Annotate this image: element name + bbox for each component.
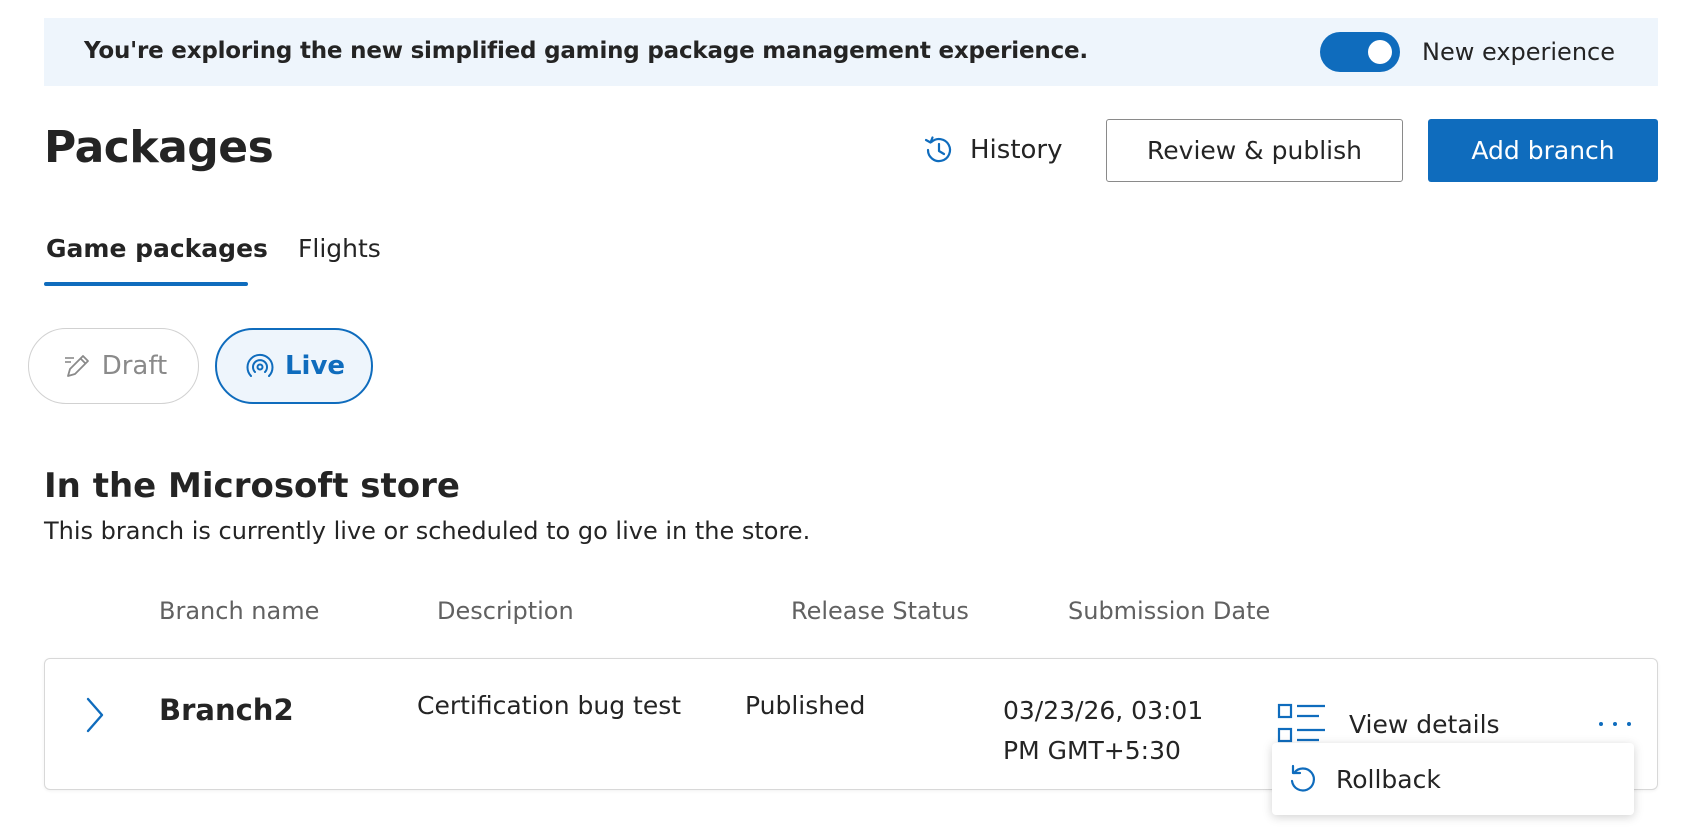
release-status-cell: Published — [745, 691, 866, 720]
pencil-icon — [64, 355, 89, 377]
more-options-button[interactable] — [1593, 709, 1637, 739]
submission-date-line1: 03/23/26, 03:01 — [1003, 696, 1204, 725]
add-branch-button[interactable]: Add branch — [1428, 119, 1658, 182]
tab-game-packages[interactable]: Game packages — [46, 234, 268, 263]
banner-text: You're exploring the new simplified gami… — [84, 38, 1088, 64]
column-header-description: Description — [437, 597, 574, 625]
live-filter-label: Live — [284, 351, 346, 381]
history-label: History — [970, 135, 1063, 165]
chevron-right-icon[interactable] — [79, 693, 109, 737]
review-publish-button[interactable]: Review & publish — [1106, 119, 1403, 182]
broadcast-icon — [246, 353, 274, 377]
branch-name-cell: Branch2 — [159, 693, 294, 727]
history-icon — [924, 136, 952, 163]
description-cell: Certification bug test — [417, 691, 682, 720]
live-filter-button[interactable]: Live — [215, 328, 373, 404]
menu-item-rollback[interactable]: Rollback — [1286, 757, 1616, 801]
tab-selected-indicator — [44, 282, 248, 286]
details-list-icon — [1277, 703, 1325, 743]
history-button[interactable]: History — [922, 126, 1063, 174]
new-experience-toggle[interactable] — [1320, 32, 1400, 72]
submission-date-line2: PM GMT+5:30 — [1003, 736, 1181, 765]
draft-filter-label: Draft — [101, 351, 168, 381]
view-details-button[interactable]: View details — [1277, 701, 1500, 747]
view-details-label: View details — [1349, 709, 1500, 739]
experience-banner: You're exploring the new simplified gami… — [44, 18, 1658, 86]
toggle-label: New experience — [1422, 38, 1615, 66]
more-dot-icon — [1627, 722, 1631, 726]
toggle-knob — [1368, 40, 1392, 64]
rollback-icon — [1290, 764, 1315, 792]
column-header-branch-name: Branch name — [159, 597, 320, 625]
column-header-release-status: Release Status — [791, 597, 969, 625]
more-dot-icon — [1599, 722, 1603, 726]
submission-date-cell: 03/23/26, 03:01 PM GMT+5:30 — [1003, 691, 1203, 771]
section-subtitle: This branch is currently live or schedul… — [44, 517, 811, 545]
rollback-label: Rollback — [1336, 764, 1441, 794]
tab-flights[interactable]: Flights — [298, 234, 381, 263]
more-dot-icon — [1613, 722, 1617, 726]
section-title: In the Microsoft store — [44, 466, 460, 506]
draft-filter-button[interactable]: Draft — [28, 328, 199, 404]
row-context-menu: Rollback — [1272, 743, 1634, 815]
page-title: Packages — [44, 122, 274, 173]
column-header-submission-date: Submission Date — [1068, 597, 1271, 625]
